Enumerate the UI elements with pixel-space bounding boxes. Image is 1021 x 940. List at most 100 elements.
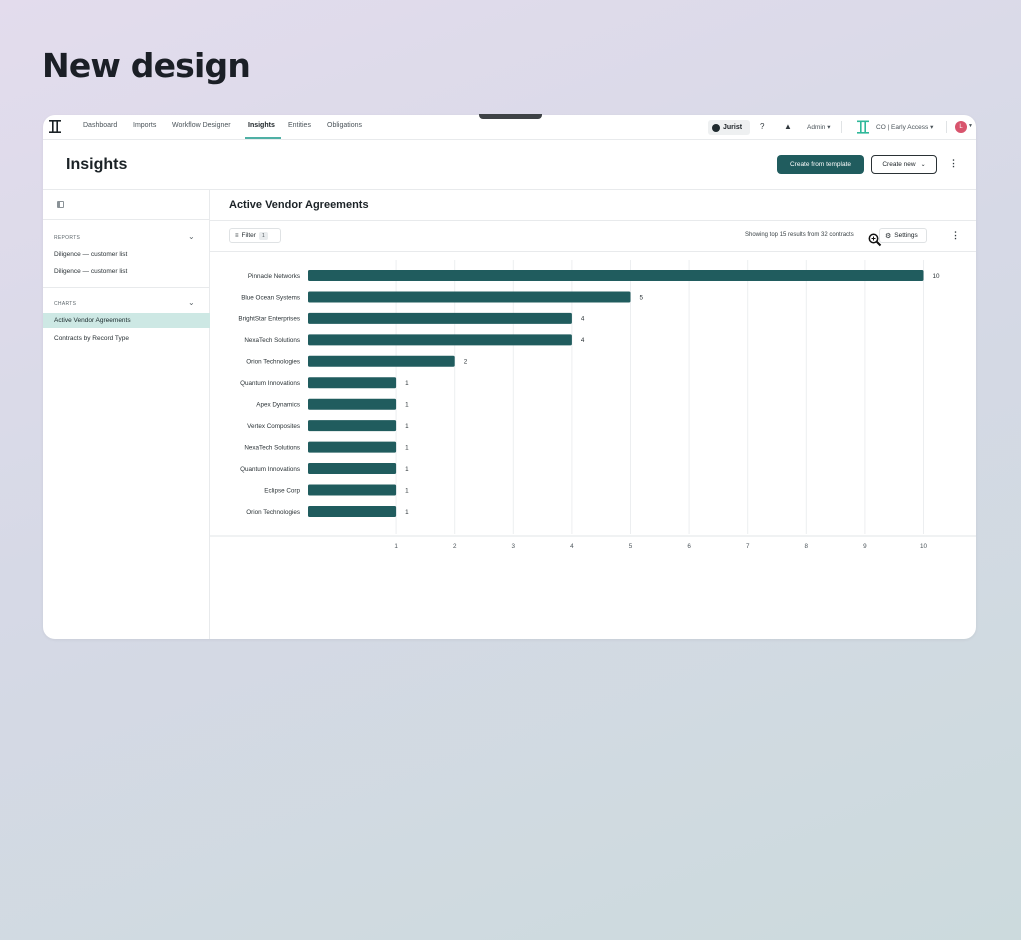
chevron-down-icon[interactable]: ⌄ bbox=[188, 232, 195, 241]
bar-chart: Pinnacle Networks 10 Blue Ocean Systems 5 Br… bbox=[210, 260, 976, 550]
help-icon[interactable]: ? bbox=[760, 122, 764, 131]
y-tick-label: BrightStar Enterprises bbox=[238, 316, 300, 323]
divider bbox=[210, 220, 976, 221]
x-tick-label: 3 bbox=[512, 543, 516, 550]
x-tick-label: 7 bbox=[746, 543, 750, 550]
y-tick-label: Pinnacle Networks bbox=[248, 273, 300, 280]
data-label: 1 bbox=[405, 402, 409, 409]
x-tick-label: 8 bbox=[805, 543, 809, 550]
data-label: 1 bbox=[405, 487, 409, 494]
bar bbox=[308, 334, 572, 346]
more-options-icon[interactable]: ⋮ bbox=[949, 158, 958, 169]
filter-count-badge: 1 bbox=[258, 231, 268, 240]
bar bbox=[308, 398, 397, 410]
nav-dashboard[interactable]: Dashboard bbox=[83, 122, 117, 129]
settings-button[interactable]: ⚙ Settings bbox=[879, 228, 927, 243]
y-tick-label: Orion Technologies bbox=[246, 359, 300, 366]
data-label: 1 bbox=[405, 444, 409, 451]
data-label: 1 bbox=[405, 466, 409, 473]
data-label: 2 bbox=[464, 359, 468, 366]
page-heading: New design bbox=[42, 46, 251, 85]
org-logo-icon bbox=[857, 120, 869, 134]
sidebar-chart-item-active[interactable]: Active Vendor Agreements bbox=[43, 313, 210, 328]
nav-obligations[interactable]: Obligations bbox=[327, 122, 362, 129]
bar bbox=[308, 291, 631, 303]
divider bbox=[43, 219, 210, 220]
charts-section-label: CHARTS bbox=[54, 301, 77, 307]
filter-label: Filter bbox=[241, 232, 256, 239]
app-logo-icon[interactable] bbox=[49, 119, 61, 134]
bar bbox=[308, 484, 397, 496]
jurist-icon bbox=[712, 123, 720, 132]
data-label: 1 bbox=[405, 380, 409, 387]
nav-workflow-designer[interactable]: Workflow Designer bbox=[172, 122, 231, 129]
x-tick-label: 4 bbox=[570, 543, 574, 550]
y-tick-label: Apex Dynamics bbox=[256, 402, 300, 409]
create-from-template-button[interactable]: Create from template bbox=[777, 155, 864, 174]
org-label: CO | Early Access bbox=[876, 124, 929, 131]
sidebar-report-item[interactable]: Diligence — customer list bbox=[54, 268, 127, 275]
bar bbox=[308, 463, 397, 475]
create-new-label: Create new bbox=[882, 161, 916, 168]
bar bbox=[308, 270, 924, 281]
results-summary: Showing top 15 results from 32 contracts bbox=[745, 232, 854, 238]
reports-section-label: REPORTS bbox=[54, 235, 81, 241]
org-switcher[interactable]: CO | Early Access ▾ bbox=[876, 123, 933, 131]
sidebar: REPORTS ⌄ Diligence — customer list Dili… bbox=[43, 189, 210, 639]
jurist-button[interactable]: Jurist bbox=[708, 120, 750, 135]
bar bbox=[308, 420, 397, 432]
avatar[interactable]: L bbox=[955, 121, 967, 133]
settings-label: Settings bbox=[894, 232, 918, 239]
divider bbox=[43, 287, 210, 288]
x-tick-label: 9 bbox=[863, 543, 867, 550]
filter-icon: ≡ bbox=[235, 232, 239, 239]
chevron-down-icon[interactable]: ⌄ bbox=[188, 298, 195, 307]
sidebar-report-item[interactable]: Diligence — customer list bbox=[54, 251, 127, 258]
bar bbox=[308, 377, 397, 389]
bar bbox=[308, 505, 397, 517]
bar bbox=[308, 355, 455, 367]
y-tick-label: Orion Technologies bbox=[246, 509, 300, 516]
create-new-button[interactable]: Create new ⌄ bbox=[871, 155, 937, 174]
gear-icon: ⚙ bbox=[885, 232, 892, 240]
y-tick-label: Eclipse Corp bbox=[264, 487, 300, 494]
x-tick-label: 6 bbox=[687, 543, 691, 550]
zoom-cursor-icon bbox=[868, 233, 882, 247]
chevron-down-icon[interactable]: ▼ bbox=[968, 123, 973, 129]
nav-active-indicator bbox=[245, 137, 281, 139]
data-label: 1 bbox=[405, 423, 409, 430]
nav-entities[interactable]: Entities bbox=[288, 122, 311, 129]
data-label: 10 bbox=[933, 273, 941, 280]
y-tick-label: NexaTech Solutions bbox=[244, 444, 300, 451]
admin-label: Admin bbox=[807, 124, 826, 131]
panel-toggle-icon[interactable] bbox=[57, 201, 64, 208]
y-tick-label: NexaTech Solutions bbox=[244, 337, 300, 344]
bell-icon[interactable]: ▲ bbox=[784, 122, 792, 131]
divider bbox=[841, 121, 842, 133]
filter-button[interactable]: ≡ Filter 1 bbox=[229, 228, 281, 243]
y-tick-label: Quantum Innovations bbox=[240, 380, 300, 387]
nav-imports[interactable]: Imports bbox=[133, 122, 156, 129]
admin-menu[interactable]: Admin ▾ bbox=[807, 123, 831, 131]
chart-title: Active Vendor Agreements bbox=[229, 199, 369, 211]
chart-more-options-icon[interactable]: ⋮ bbox=[951, 230, 960, 241]
bar bbox=[308, 441, 397, 453]
x-tick-label: 1 bbox=[394, 543, 398, 550]
bar bbox=[308, 312, 572, 324]
data-label: 5 bbox=[640, 294, 644, 301]
nav-insights[interactable]: Insights bbox=[248, 122, 275, 129]
jurist-label: Jurist bbox=[723, 124, 743, 131]
sidebar-chart-item[interactable]: Contracts by Record Type bbox=[54, 335, 129, 342]
x-tick-label: 10 bbox=[920, 543, 928, 550]
x-tick-label: 5 bbox=[629, 543, 633, 550]
page-title: Insights bbox=[66, 156, 128, 173]
y-tick-label: Quantum Innovations bbox=[240, 466, 300, 473]
screen-notch bbox=[479, 114, 542, 119]
data-label: 4 bbox=[581, 337, 585, 344]
divider bbox=[946, 121, 947, 133]
data-label: 1 bbox=[405, 509, 409, 516]
x-tick-label: 2 bbox=[453, 543, 457, 550]
app-window: Dashboard Imports Workflow Designer Insi… bbox=[43, 115, 976, 639]
data-label: 4 bbox=[581, 316, 585, 323]
chevron-down-icon: ⌄ bbox=[920, 162, 926, 168]
